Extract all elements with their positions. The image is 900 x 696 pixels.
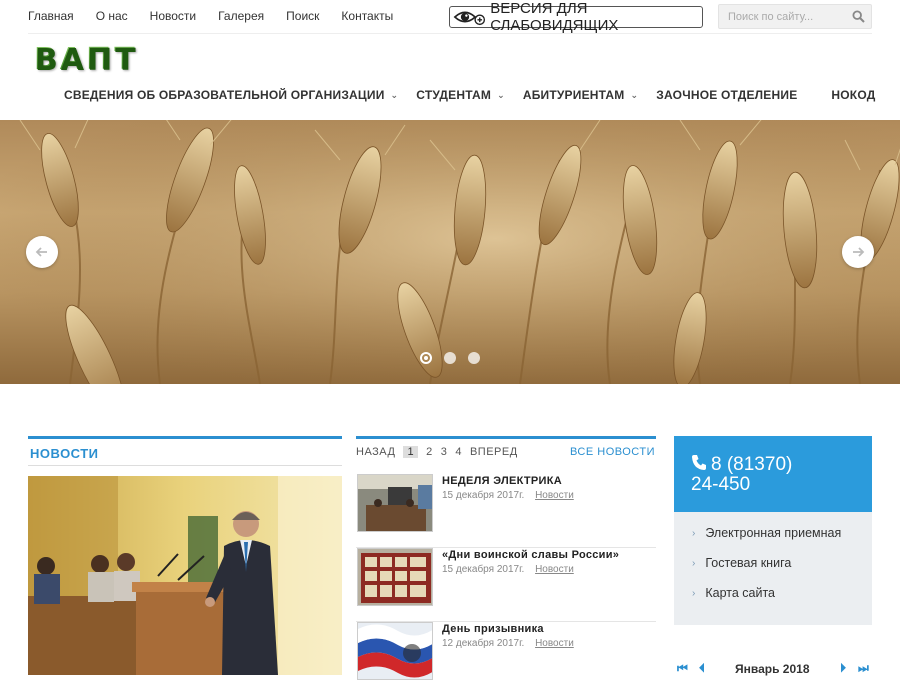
slider-dot[interactable]	[420, 352, 432, 364]
flag-poster-photo	[358, 623, 432, 679]
nav-label: НОКОД	[831, 88, 876, 102]
classroom-photo	[358, 475, 432, 531]
arrow-left-icon	[35, 247, 47, 257]
news-heading: НОВОСТИ	[30, 446, 99, 461]
calendar-next-year-icon[interactable]: ⏭	[858, 661, 869, 676]
main-nav: СВЕДЕНИЯ ОБ ОБРАЗОВАТЕЛЬНОЙ ОРГАНИЗАЦИИ …	[64, 88, 893, 102]
news-header: НОВОСТИ	[28, 436, 342, 466]
slider-dot[interactable]	[444, 352, 456, 364]
top-link-search[interactable]: Поиск	[286, 9, 319, 23]
news-date: 15 декабря 2017г.	[442, 564, 525, 575]
all-news-link[interactable]: ВСЕ НОВОСТИ	[570, 446, 655, 458]
pager-next[interactable]: ВПЕРЕД	[470, 446, 518, 458]
news-meta: 12 декабря 2017г. Новости	[442, 638, 574, 649]
slider-next-button[interactable]	[842, 236, 874, 268]
low-vision-button[interactable]: ВЕРСИЯ ДЛЯ СЛАБОВИДЯЩИХ	[449, 0, 703, 34]
link-label: Гостевая книга	[705, 556, 792, 570]
phone-icon	[692, 455, 706, 470]
slider-prev-button[interactable]	[26, 236, 58, 268]
calendar-title: Январь 2018	[735, 662, 810, 676]
wheat-field-image	[0, 120, 900, 384]
chevron-down-icon: ⌄	[630, 89, 639, 100]
top-bar: Главная О нас Новости Галерея Поиск Конт…	[0, 0, 900, 34]
phone-line-2: 24-450	[691, 474, 751, 495]
nav-label: ЗАОЧНОЕ ОТДЕЛЕНИЕ	[656, 88, 798, 102]
news-title[interactable]: День призывника	[442, 623, 544, 635]
conference-photo	[28, 476, 342, 675]
exhibit-board-photo	[358, 549, 432, 605]
news-meta: 15 декабря 2017г. Новости	[442, 490, 574, 501]
nav-item-applicants[interactable]: АБИТУРИЕНТАМ ⌄	[523, 88, 638, 102]
news-date: 12 декабря 2017г.	[442, 638, 525, 649]
link-guestbook[interactable]: › Гостевая книга	[692, 556, 791, 570]
calendar-prev-month-icon[interactable]: ⏴	[699, 661, 705, 676]
news-thumbnail[interactable]	[357, 474, 433, 532]
news-item[interactable]: «Дни воинской славы России» 15 декабря 2…	[356, 548, 656, 622]
main-news-photo[interactable]	[28, 476, 342, 675]
slider-dots	[420, 352, 480, 364]
calendar-header: ⏮ ⏴ Январь 2018 ⏵ ⏭	[674, 660, 872, 676]
top-link-gallery[interactable]: Галерея	[218, 9, 264, 23]
phone-number[interactable]: 8 (81370) 24-450	[691, 454, 792, 495]
top-link-news[interactable]: Новости	[150, 9, 196, 23]
news-category-link[interactable]: Новости	[535, 564, 574, 575]
quick-links: › Электронная приемная › Гостевая книга …	[674, 512, 872, 625]
nav-item-nokod[interactable]: НОКОД	[831, 88, 875, 102]
pager-page-1[interactable]: 1	[403, 446, 419, 458]
link-label: Карта сайта	[705, 586, 775, 600]
nav-label: СВЕДЕНИЯ ОБ ОБРАЗОВАТЕЛЬНОЙ ОРГАНИЗАЦИИ	[64, 88, 385, 102]
chevron-right-icon: ›	[692, 557, 696, 569]
news-title[interactable]: НЕДЕЛЯ ЭЛЕКТРИКА	[442, 475, 562, 487]
link-sitemap[interactable]: › Карта сайта	[692, 586, 775, 600]
news-title[interactable]: «Дни воинской славы России»	[442, 549, 619, 561]
search-icon[interactable]	[852, 10, 865, 23]
chevron-right-icon: ›	[692, 527, 696, 539]
link-label: Электронная приемная	[705, 526, 842, 540]
chevron-right-icon: ›	[692, 587, 696, 599]
top-link-about[interactable]: О нас	[96, 9, 128, 23]
news-meta: 15 декабря 2017г. Новости	[442, 564, 574, 575]
news-pagination: НАЗАД 1 2 3 4 ВПЕРЕД	[356, 446, 522, 458]
news-thumbnail[interactable]	[357, 622, 433, 680]
news-item[interactable]: День призывника 12 декабря 2017г. Новост…	[356, 622, 656, 696]
arrow-right-icon	[853, 247, 865, 257]
nav-item-extramural[interactable]: ЗАОЧНОЕ ОТДЕЛЕНИЕ	[656, 88, 797, 102]
search-box	[718, 4, 872, 29]
low-vision-label: ВЕРСИЯ ДЛЯ СЛАБОВИДЯЩИХ	[490, 0, 619, 34]
nav-item-organization[interactable]: СВЕДЕНИЯ ОБ ОБРАЗОВАТЕЛЬНОЙ ОРГАНИЗАЦИИ …	[64, 88, 398, 102]
news-date: 15 декабря 2017г.	[442, 490, 525, 501]
news-item[interactable]: НЕДЕЛЯ ЭЛЕКТРИКА 15 декабря 2017г. Новос…	[356, 474, 656, 548]
news-pager-bar: НАЗАД 1 2 3 4 ВПЕРЕД ВСЕ НОВОСТИ	[356, 436, 656, 466]
phone-box: 8 (81370) 24-450	[674, 436, 872, 512]
slider-dot[interactable]	[468, 352, 480, 364]
nav-item-students[interactable]: СТУДЕНТАМ ⌄	[416, 88, 505, 102]
chevron-down-icon: ⌄	[390, 89, 399, 100]
chevron-down-icon: ⌄	[497, 89, 505, 100]
top-divider	[28, 33, 872, 34]
top-links: Главная О нас Новости Галерея Поиск Конт…	[28, 9, 415, 23]
pager-prev[interactable]: НАЗАД	[356, 446, 395, 458]
news-category-link[interactable]: Новости	[535, 638, 574, 649]
site-logo[interactable]: ВАПТ	[34, 42, 138, 77]
pager-page-4[interactable]: 4	[455, 446, 462, 458]
nav-label: АБИТУРИЕНТАМ	[522, 88, 625, 102]
pager-page-2[interactable]: 2	[426, 446, 433, 458]
hero-slider	[0, 120, 900, 384]
pager-page-3[interactable]: 3	[441, 446, 448, 458]
link-e-reception[interactable]: › Электронная приемная	[692, 526, 841, 540]
news-thumbnail[interactable]	[357, 548, 433, 606]
phone-line-1: 8 (81370)	[711, 454, 793, 475]
news-category-link[interactable]: Новости	[535, 490, 574, 501]
nav-label: СТУДЕНТАМ	[416, 88, 492, 102]
top-link-contacts[interactable]: Контакты	[341, 9, 393, 23]
calendar-prev-year-icon[interactable]: ⏮	[677, 661, 688, 676]
calendar-next-month-icon[interactable]: ⏵	[840, 661, 846, 676]
eye-icon	[453, 11, 486, 26]
search-input[interactable]	[719, 5, 847, 28]
top-link-home[interactable]: Главная	[28, 9, 74, 23]
